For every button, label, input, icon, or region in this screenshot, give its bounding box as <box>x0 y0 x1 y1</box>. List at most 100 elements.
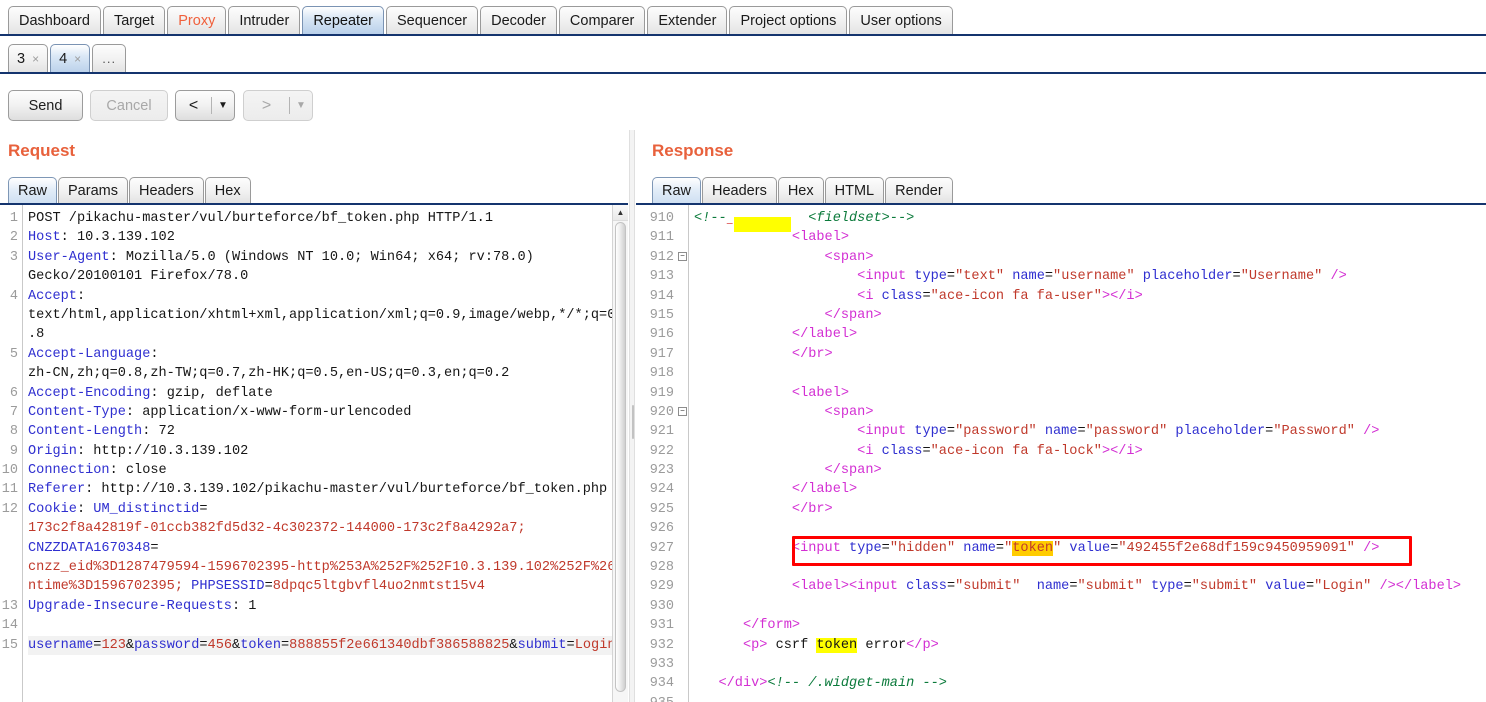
code-line[interactable] <box>694 558 1486 577</box>
request-tab-hex[interactable]: Hex <box>204 177 251 203</box>
request-raw-text[interactable]: POST /pikachu-master/vul/burteforce/bf_t… <box>23 205 628 702</box>
code-line[interactable]: <i class="ace-icon fa fa-user"></i> <box>694 287 1486 306</box>
previous-request-button[interactable]: < ▼ <box>175 90 235 121</box>
main-tab-comparer[interactable]: Comparer <box>558 6 646 34</box>
main-tab-extender[interactable]: Extender <box>647 6 728 34</box>
code-line[interactable] <box>694 519 1486 538</box>
code-token: ntime%3D1596702395; <box>28 579 183 595</box>
code-line[interactable]: </label> <box>694 325 1486 344</box>
response-tab-raw[interactable]: Raw <box>652 177 702 203</box>
code-line[interactable]: <input type="hidden" name="token" value=… <box>694 539 1486 558</box>
repeater-toolbar: Send Cancel < ▼ > ▼ <box>0 90 1486 130</box>
code-line[interactable]: Accept: <box>28 287 628 306</box>
code-line[interactable]: Content-Length: 72 <box>28 422 628 441</box>
code-line[interactable]: <input type="password" name="password" p… <box>694 422 1486 441</box>
request-tab-headers[interactable]: Headers <box>128 177 204 203</box>
code-line[interactable]: </span> <box>694 461 1486 480</box>
code-line[interactable]: Cookie: UM_distinctid= <box>28 500 628 519</box>
main-tab-proxy[interactable]: Proxy <box>167 6 227 34</box>
request-vertical-scrollbar[interactable]: ▲ <box>612 205 628 702</box>
code-line[interactable] <box>694 694 1486 702</box>
scroll-up-icon[interactable]: ▲ <box>613 205 628 221</box>
code-token: "password" <box>1085 424 1168 440</box>
code-line[interactable]: text/html,application/xhtml+xml,applicat… <box>28 306 628 325</box>
main-tab-project-options[interactable]: Project options <box>729 6 848 34</box>
code-line[interactable] <box>694 364 1486 383</box>
code-line[interactable]: Content-Type: application/x-www-form-url… <box>28 403 628 422</box>
code-line[interactable]: <label> <box>694 228 1486 247</box>
request-editor[interactable]: 123 4 5 6 7 8 9 10 11 12 13 14 15 POST /pikachu-… <box>0 203 628 702</box>
code-token: </label> <box>791 482 858 498</box>
fold-toggle-icon[interactable]: − <box>678 406 687 416</box>
code-line[interactable]: <i class="ace-icon fa fa-lock"></i> <box>694 442 1486 461</box>
code-line[interactable]: zh-CN,zh;q=0.8,zh-TW;q=0.7,zh-HK;q=0.5,e… <box>28 364 628 383</box>
code-line[interactable]: </span> <box>694 306 1486 325</box>
response-tab-headers[interactable]: Headers <box>702 177 777 203</box>
code-token: = <box>199 501 208 517</box>
code-line[interactable]: </label> <box>694 480 1486 499</box>
code-line[interactable]: cnzz_eid%3D1287479594-1596702395-http%25… <box>28 558 628 577</box>
code-token: value <box>1069 540 1111 556</box>
main-tab-intruder[interactable]: Intruder <box>228 6 301 34</box>
repeater-tab-3[interactable]: 3 × <box>8 44 49 72</box>
code-line[interactable]: Accept-Encoding: gzip, deflate <box>28 384 628 403</box>
main-tab-decoder[interactable]: Decoder <box>480 6 557 34</box>
code-line[interactable]: Gecko/20100101 Firefox/78.0 <box>28 267 628 286</box>
code-line[interactable]: <p> csrf token error</p> <box>694 636 1486 655</box>
response-editor[interactable]: – 910 911 912−913 914 915 916 917 918 919 920−921… <box>636 203 1486 702</box>
code-line[interactable]: Accept-Language: <box>28 345 628 364</box>
response-raw-text[interactable]: <!-- <fieldset>--> <label> <span> <input… <box>689 205 1486 702</box>
code-line[interactable]: <!-- <fieldset>--> <box>694 209 1486 228</box>
repeater-tab-4[interactable]: 4 × <box>50 44 91 72</box>
code-line[interactable]: </br> <box>694 500 1486 519</box>
code-line[interactable]: POST /pikachu-master/vul/burteforce/bf_t… <box>28 209 628 228</box>
main-tab-user-options[interactable]: User options <box>849 6 953 34</box>
code-token: : Mozilla/5.0 (Windows NT 10.0; Win64; x… <box>109 249 534 265</box>
splitter-grip[interactable] <box>632 405 634 439</box>
code-line[interactable]: Upgrade-Insecure-Requests: 1 <box>28 597 628 616</box>
code-line[interactable]: <label> <box>694 384 1486 403</box>
request-tab-params[interactable]: Params <box>58 177 128 203</box>
code-line[interactable]: </form> <box>694 616 1486 635</box>
code-line[interactable]: <input type="text" name="username" place… <box>694 267 1486 286</box>
response-tab-hex[interactable]: Hex <box>777 177 824 203</box>
pane-splitter[interactable] <box>629 130 635 702</box>
code-line[interactable] <box>694 655 1486 674</box>
code-line[interactable]: .8 <box>28 325 628 344</box>
code-line[interactable] <box>694 597 1486 616</box>
code-line[interactable]: </br> <box>694 345 1486 364</box>
code-line[interactable] <box>28 616 628 635</box>
main-tab-repeater[interactable]: Repeater <box>302 6 384 34</box>
code-line[interactable]: Connection: close <box>28 461 628 480</box>
code-line[interactable]: <span> <box>694 403 1486 422</box>
response-tab-render[interactable]: Render <box>885 177 953 203</box>
code-line[interactable]: 173c2f8a42819f-01ccb382fd5d32-4c302372-1… <box>28 519 628 538</box>
main-tab-target[interactable]: Target <box>102 6 166 34</box>
send-button[interactable]: Send <box>8 90 83 121</box>
code-line[interactable]: </div><!-- /.widget-main --> <box>694 674 1486 693</box>
new-repeater-tab-button[interactable]: ... <box>92 44 127 72</box>
code-line[interactable]: Origin: http://10.3.139.102 <box>28 442 628 461</box>
code-line[interactable]: Referer: http://10.3.139.102/pikachu-mas… <box>28 480 628 499</box>
fold-toggle-icon[interactable]: − <box>678 251 687 261</box>
code-line[interactable]: ntime%3D1596702395; PHPSESSID=8dpqc5ltgb… <box>28 577 628 596</box>
main-tab-dashboard[interactable]: Dashboard <box>8 6 101 34</box>
close-icon[interactable]: × <box>32 52 39 66</box>
code-line[interactable]: User-Agent: Mozilla/5.0 (Windows NT 10.0… <box>28 248 628 267</box>
code-line[interactable]: Host: 10.3.139.102 <box>28 228 628 247</box>
request-tab-raw[interactable]: Raw <box>8 177 58 203</box>
code-line[interactable]: <span> <box>694 248 1486 267</box>
code-line[interactable]: username=123&password=456&token=888855f2… <box>28 635 628 655</box>
main-tab-sequencer[interactable]: Sequencer <box>385 6 479 34</box>
response-tab-html[interactable]: HTML <box>824 177 885 203</box>
chevron-down-icon[interactable]: ▼ <box>212 100 234 111</box>
code-line[interactable]: <label><input class="submit" name="submi… <box>694 577 1486 596</box>
close-icon[interactable]: × <box>74 52 81 66</box>
scrollbar-thumb[interactable] <box>615 222 626 692</box>
code-line[interactable]: CNZZDATA1670348= <box>28 539 628 558</box>
line-number <box>0 364 22 383</box>
